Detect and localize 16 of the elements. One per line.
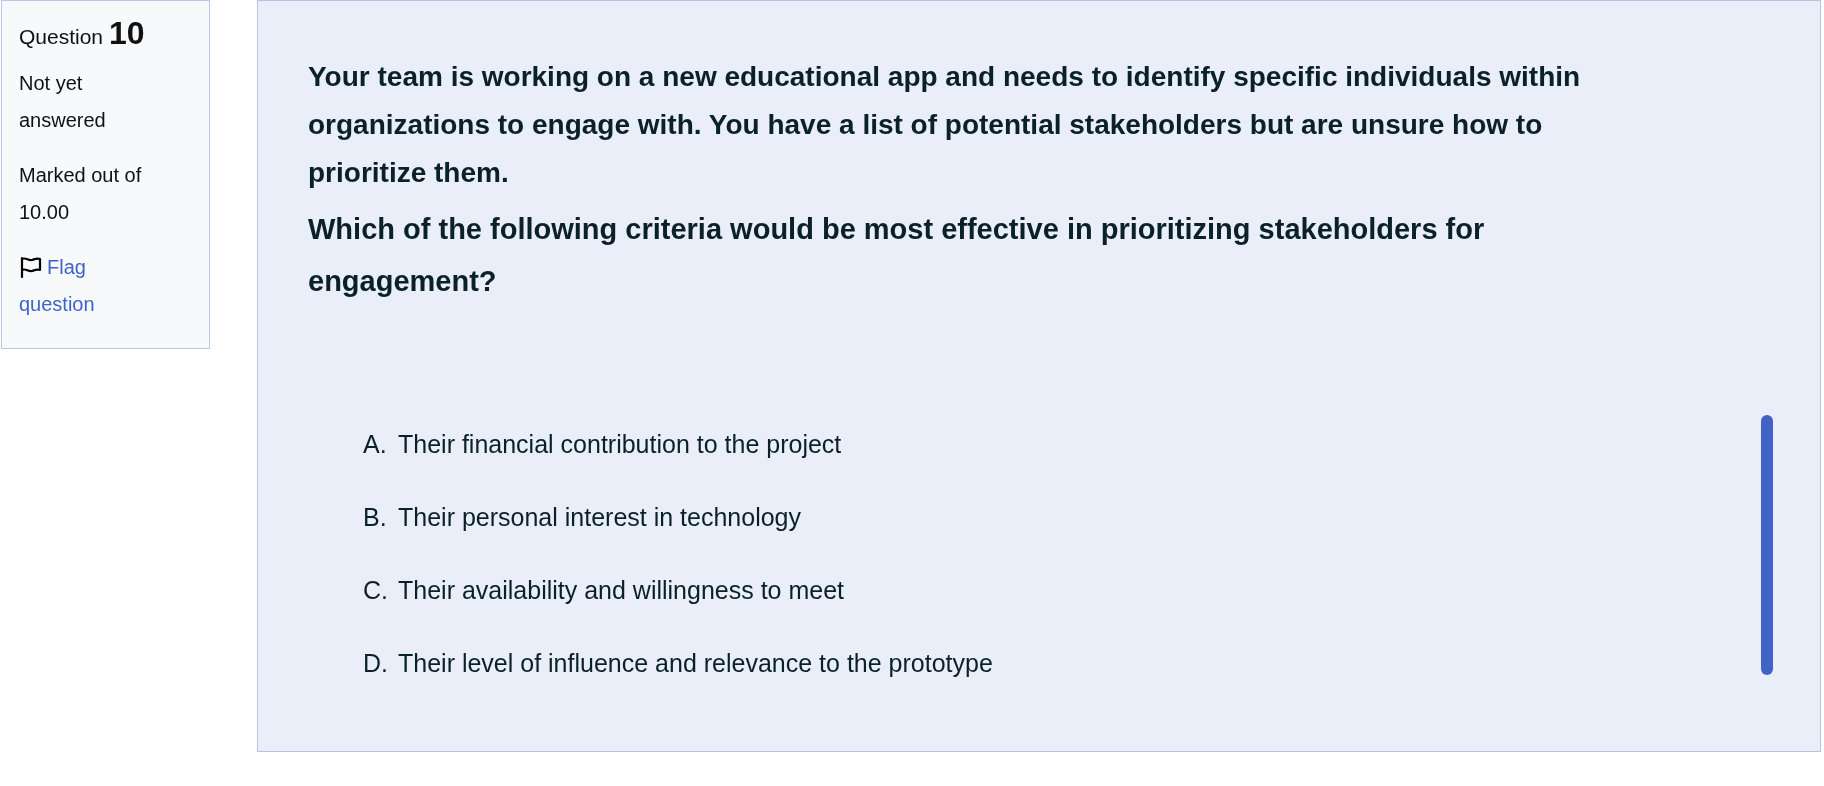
- question-status: Not yet answered: [19, 71, 107, 133]
- question-text: Which of the following criteria would be most effective in prioritizing stakeholders for engagement?: [308, 212, 1486, 299]
- answer-letter: C.: [363, 575, 389, 606]
- answer-letter: D.: [363, 648, 389, 679]
- answer-option[interactable]: Their level of influence and relevance to the prototype: [398, 639, 993, 687]
- question-number: Question 10: [19, 15, 146, 53]
- question-text: Your team is working on a new educational app and needs to identify specific individuals within organizations to engage with. You have a list of potential stakeholders but are unsure how to prioritize them.: [308, 60, 1582, 190]
- flag-icon: [19, 255, 43, 279]
- answer-option[interactable]: Their financial contribution to the project: [398, 420, 842, 468]
- scrollbar-thumb[interactable]: [1761, 415, 1773, 675]
- answer-letter: B.: [363, 502, 388, 533]
- question-grade: Marked out of 10.00: [19, 163, 143, 225]
- answer-option[interactable]: Their personal interest in technology: [398, 493, 801, 541]
- answer-option[interactable]: Their availability and willingness to meet: [398, 566, 845, 614]
- flag-question-link[interactable]: Flag question: [19, 249, 159, 323]
- answer-letter: A.: [363, 429, 388, 460]
